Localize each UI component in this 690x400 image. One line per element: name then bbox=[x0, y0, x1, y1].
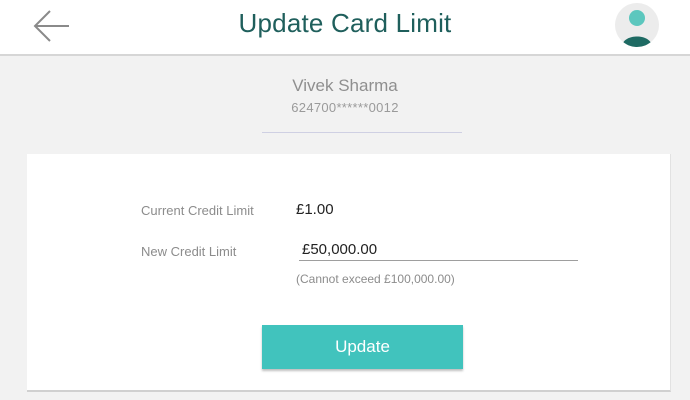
app-header: Update Card Limit bbox=[0, 0, 690, 56]
new-limit-input[interactable] bbox=[299, 238, 578, 261]
limit-form-card: Current Credit Limit £1.00 New Credit Li… bbox=[27, 154, 671, 392]
account-holder-name: Vivek Sharma bbox=[292, 76, 398, 95]
account-summary: Vivek Sharma 624700******0012 bbox=[0, 76, 690, 115]
account-divider bbox=[262, 132, 462, 133]
limit-hint: (Cannot exceed £100,000.00) bbox=[296, 272, 455, 286]
current-limit-label: Current Credit Limit bbox=[141, 203, 254, 218]
user-avatar-icon bbox=[622, 10, 652, 47]
update-button[interactable]: Update bbox=[262, 325, 463, 369]
user-avatar-button[interactable] bbox=[615, 3, 659, 47]
card-number: 624700******0012 bbox=[291, 100, 399, 115]
page-title: Update Card Limit bbox=[238, 8, 452, 38]
current-limit-value: £1.00 bbox=[296, 201, 334, 218]
new-limit-label: New Credit Limit bbox=[141, 244, 237, 259]
